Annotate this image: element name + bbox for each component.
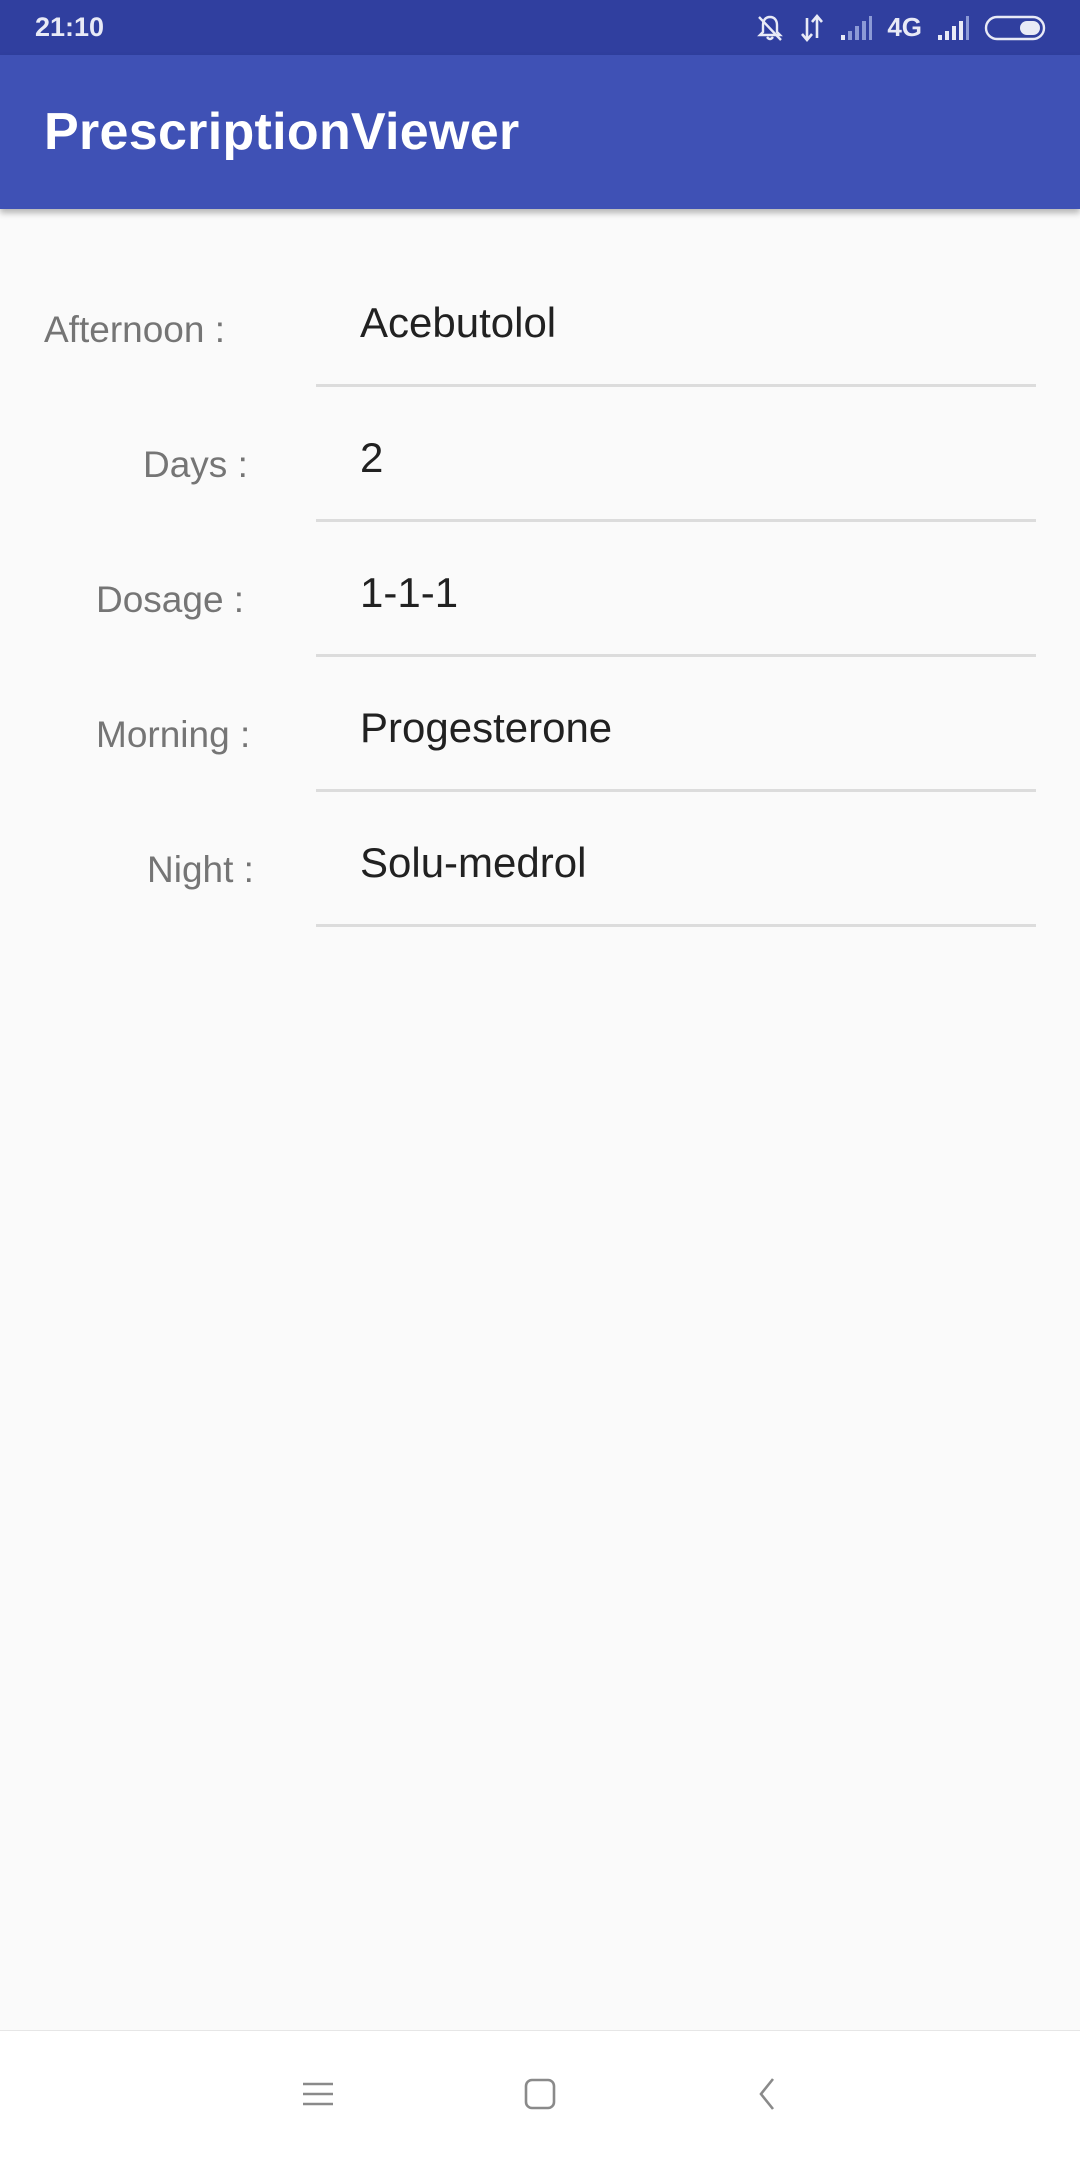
field-label-dosage: Dosage : [96,579,245,620]
status-bar: 21:10 4G [0,0,1080,55]
menu-button[interactable] [278,2056,358,2136]
field-row-night: Night : Solu-medrol [0,802,1080,937]
menu-icon [301,2079,335,2114]
field-label-afternoon: Afternoon : [44,309,226,350]
back-button[interactable] [727,2056,807,2136]
navigation-bar [0,2030,1080,2161]
field-underline [316,384,1036,387]
status-icons: 4G [755,0,1050,55]
field-label-days: Days : [143,444,248,485]
field-value-afternoon[interactable]: Acebutolol [360,262,556,384]
field-row-afternoon: Afternoon : Acebutolol [0,262,1080,397]
app-title: PrescriptionViewer [44,103,520,161]
data-arrows-icon [799,13,825,43]
signal-icon [936,15,970,41]
signal-icon [839,15,873,41]
field-row-morning: Morning : Progesterone [0,667,1080,802]
back-icon [755,2076,779,2117]
bell-off-icon [755,13,785,43]
field-value-night[interactable]: Solu-medrol [360,802,586,924]
field-underline [316,519,1036,522]
field-label-morning: Morning : [96,714,251,755]
home-icon [523,2077,557,2116]
field-underline [316,789,1036,792]
field-row-days: Days : 2 [0,397,1080,532]
field-underline [316,924,1036,927]
field-value-days[interactable]: 2 [360,397,383,519]
field-value-morning[interactable]: Progesterone [360,667,612,789]
field-label-night: Night : [147,849,254,890]
field-row-dosage: Dosage : 1-1-1 [0,532,1080,667]
network-type: 4G [887,12,922,42]
battery-icon [984,14,1050,42]
field-value-dosage[interactable]: 1-1-1 [360,532,458,654]
home-button[interactable] [500,2056,580,2136]
status-time: 21:10 [35,12,105,42]
field-underline [316,654,1036,657]
app-bar: PrescriptionViewer [0,55,1080,209]
